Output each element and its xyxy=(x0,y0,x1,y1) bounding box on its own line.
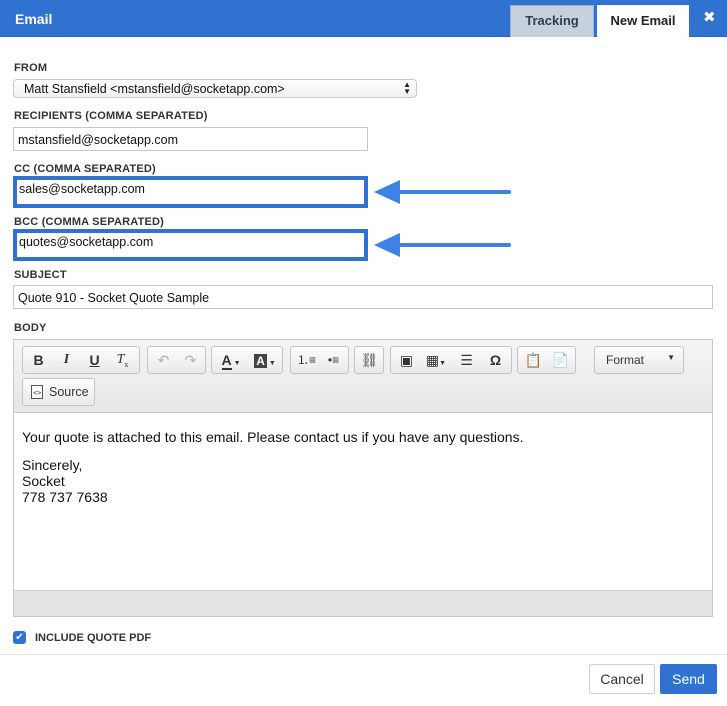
toolbar-group-basic: B I U Tx xyxy=(22,346,140,374)
horizontal-line-icon[interactable]: ☰ xyxy=(453,347,480,373)
special-character-icon[interactable]: Ω xyxy=(482,347,509,373)
bulleted-list-icon[interactable]: •≡ xyxy=(320,347,347,373)
tab-tracking[interactable]: Tracking xyxy=(510,5,594,37)
text-color-icon[interactable]: A ▼ xyxy=(214,347,248,373)
close-icon[interactable]: ✖ xyxy=(703,10,716,26)
redo-icon[interactable]: ↷ xyxy=(177,347,204,373)
from-select[interactable]: Matt Stansfield <mstansfield@socketapp.c… xyxy=(13,79,417,98)
numbered-list-icon[interactable]: ⒈≡ xyxy=(293,347,320,373)
svg-text:<>: <> xyxy=(33,389,41,397)
toolbar-group-lists: ⒈≡ •≡ xyxy=(290,346,349,374)
bcc-label: BCC (COMMA SEPARATED) xyxy=(14,216,165,228)
format-dropdown[interactable]: Format ▼ xyxy=(594,346,684,374)
paste-word-icon[interactable]: 📋 xyxy=(520,347,547,373)
tab-new-email[interactable]: New Email xyxy=(597,5,689,37)
arrow-pointer-cc xyxy=(374,180,511,204)
bcc-value: quotes@socketapp.com xyxy=(19,235,154,249)
chevron-down-icon: ▼ xyxy=(667,353,675,362)
source-button[interactable]: <> Source xyxy=(22,378,95,406)
toolbar-group-clipboard: 📋 📄 xyxy=(517,346,576,374)
toolbar-group-links: ⛓ xyxy=(354,346,384,374)
toolbar-group-colors: A ▼ A ▼ xyxy=(211,346,283,374)
cancel-button[interactable]: Cancel xyxy=(589,664,655,694)
from-label: FROM xyxy=(14,62,48,74)
from-select-value: Matt Stansfield <mstansfield@socketapp.c… xyxy=(24,82,285,96)
include-quote-pdf-label: INCLUDE QUOTE PDF xyxy=(35,632,152,644)
source-icon: <> xyxy=(31,385,43,402)
body-line: Sincerely, xyxy=(22,457,83,473)
format-dropdown-label: Format xyxy=(606,353,645,367)
body-line-blank xyxy=(22,445,523,457)
body-label: BODY xyxy=(14,322,47,334)
background-color-icon[interactable]: A ▼ xyxy=(248,347,282,373)
body-line: 778 737 7638 xyxy=(22,489,108,505)
editor-toolbar: B I U Tx ↶ ↷ A ▼ A ▼ ⒈≡ •≡ ⛓ ▣ ▦▼ ☰ Ω 📋 … xyxy=(14,340,712,413)
subject-input[interactable]: Quote 910 - Socket Quote Sample xyxy=(13,285,713,309)
window-title: Email xyxy=(15,11,53,27)
body-content[interactable]: Your quote is attached to this email. Pl… xyxy=(22,429,523,505)
footer-divider xyxy=(0,654,727,655)
body-line: Socket xyxy=(22,473,65,489)
title-bar: Email Tracking New Email ✖ xyxy=(0,0,727,37)
include-quote-pdf-checkbox[interactable]: ✔ xyxy=(13,631,26,644)
recipients-value: mstansfield@socketapp.com xyxy=(18,133,178,147)
bcc-input[interactable]: quotes@socketapp.com xyxy=(13,229,368,261)
body-line: Your quote is attached to this email. Pl… xyxy=(22,429,524,445)
image-icon[interactable]: ▣ xyxy=(393,347,420,373)
italic-icon[interactable]: I xyxy=(53,347,80,373)
toolbar-group-history: ↶ ↷ xyxy=(147,346,206,374)
toolbar-group-insert: ▣ ▦▼ ☰ Ω xyxy=(390,346,512,374)
underline-icon[interactable]: U xyxy=(81,347,108,373)
recipients-label: RECIPIENTS (COMMA SEPARATED) xyxy=(14,110,208,122)
bold-icon[interactable]: B xyxy=(25,347,52,373)
arrow-pointer-bcc xyxy=(374,233,511,257)
cc-input[interactable]: sales@socketapp.com xyxy=(13,176,368,208)
source-button-label: Source xyxy=(49,385,89,399)
subject-value: Quote 910 - Socket Quote Sample xyxy=(18,291,210,305)
table-icon[interactable]: ▦▼ xyxy=(420,347,452,373)
editor-resize-bar xyxy=(14,590,712,616)
select-arrows-icon: ▲ ▼ xyxy=(403,80,411,96)
undo-icon[interactable]: ↶ xyxy=(150,347,177,373)
send-button[interactable]: Send xyxy=(660,664,717,694)
body-editor: B I U Tx ↶ ↷ A ▼ A ▼ ⒈≡ •≡ ⛓ ▣ ▦▼ ☰ Ω 📋 … xyxy=(13,339,713,617)
recipients-input[interactable]: mstansfield@socketapp.com xyxy=(13,127,368,151)
link-icon[interactable]: ⛓ xyxy=(356,347,383,373)
remove-format-icon[interactable]: Tx xyxy=(109,347,136,373)
cc-label: CC (COMMA SEPARATED) xyxy=(14,163,156,175)
paste-text-icon[interactable]: 📄 xyxy=(547,347,574,373)
subject-label: SUBJECT xyxy=(14,269,67,281)
cc-value: sales@socketapp.com xyxy=(19,182,145,196)
